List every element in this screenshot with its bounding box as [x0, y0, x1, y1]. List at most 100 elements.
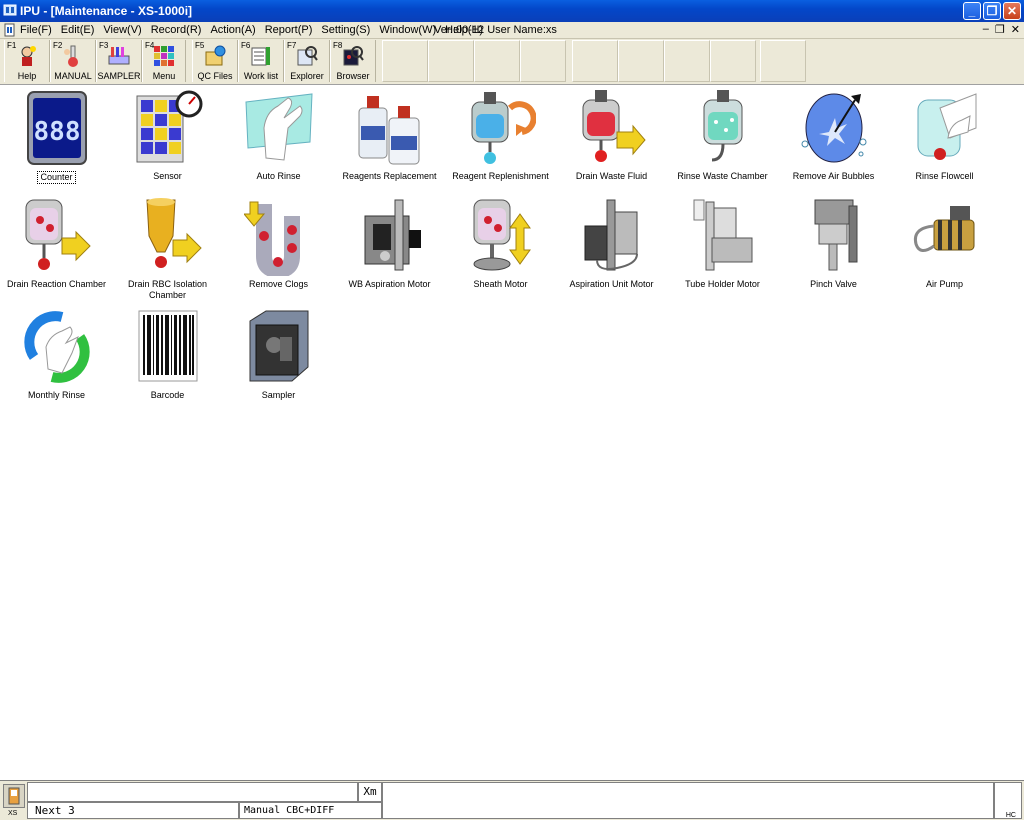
maintenance-item-sensor[interactable]: Sensor [112, 88, 223, 182]
item-label: Air Pump [925, 279, 963, 289]
toolbar-label: MANUAL [54, 71, 92, 81]
xm-indicator: Xm [358, 782, 382, 802]
maintenance-item-remove-air-bubbles[interactable]: Remove Air Bubbles [778, 88, 889, 182]
item-label: Drain RBC Isolation Chamber [127, 279, 208, 300]
mdi-restore-icon[interactable]: ❐ [995, 23, 1005, 36]
rinse-waste-chamber-icon [703, 90, 742, 162]
status-message-field [27, 782, 358, 802]
toolbar-label: QC Files [197, 71, 233, 81]
counter-icon: 888 [26, 91, 87, 165]
maintenance-item-aspiration-unit-motor[interactable]: Aspiration Unit Motor [556, 196, 667, 290]
item-label: Reagent Replenishment [452, 171, 549, 181]
mdi-close-icon[interactable]: ✕ [1011, 23, 1020, 36]
reagents-replacement-icon [358, 96, 419, 165]
toolbar-empty-slot[interactable] [520, 40, 566, 82]
minimize-icon: _ [968, 4, 976, 18]
menu-item-setting[interactable]: Setting(S) [321, 24, 370, 36]
item-label: Drain Reaction Chamber [6, 279, 107, 289]
toolbar-empty-slot[interactable] [710, 40, 756, 82]
qc-files-button[interactable]: F5 QC Files [192, 40, 238, 82]
maintenance-item-sampler[interactable]: Sampler [223, 307, 334, 401]
maintenance-item-drain-reaction-chamber[interactable]: Drain Reaction Chamber [1, 196, 112, 290]
qc-files-icon [205, 45, 226, 66]
item-label: Sheath Motor [473, 279, 528, 289]
next-sample-field: Next 3 [27, 802, 239, 819]
toolbar-empty-slot[interactable] [474, 40, 520, 82]
toolbar-empty-slot[interactable] [428, 40, 474, 82]
aspiration-unit-motor-icon [584, 199, 638, 271]
remove-air-bubbles-icon [801, 93, 866, 163]
restore-icon: ❐ [986, 4, 998, 18]
sampler-button[interactable]: F3 SAMPLER [96, 40, 142, 82]
help-button[interactable]: F1 Help [4, 40, 50, 82]
toolbar-empty-slot[interactable] [618, 40, 664, 82]
maintenance-item-rinse-flowcell[interactable]: Rinse Flowcell [889, 88, 1000, 182]
item-label: Tube Holder Motor [685, 279, 760, 289]
sampler-rack-icon [108, 47, 130, 65]
help-icon [21, 46, 36, 66]
item-label: WB Aspiration Motor [348, 279, 431, 289]
manual-button[interactable]: F2 MANUAL [50, 40, 96, 82]
toolbar-empty-slot[interactable] [382, 40, 428, 82]
maintenance-item-pinch-valve[interactable]: Pinch Valve [778, 196, 889, 290]
minimize-button[interactable]: _ [963, 2, 981, 20]
work-list-button[interactable]: F6 Work list [238, 40, 284, 82]
analyzer-label: XS [8, 810, 18, 817]
maintenance-item-auto-rinse[interactable]: Auto Rinse [223, 88, 334, 182]
toolbar-label: Work list [243, 71, 279, 81]
maintenance-item-counter[interactable]: 888 Counter [1, 88, 112, 184]
item-label: Drain Waste Fluid [575, 171, 648, 181]
menu-item-report[interactable]: Report(P) [265, 24, 313, 36]
menu-button[interactable]: F4 Menu [142, 40, 186, 82]
mdi-minimize-icon[interactable]: – [983, 23, 989, 36]
menu-item-file[interactable]: File(F) [20, 24, 52, 36]
toolbar-label: Help [17, 71, 37, 81]
close-button[interactable]: ✕ [1003, 2, 1021, 20]
document-icon[interactable] [3, 23, 17, 37]
explorer-button[interactable]: F7 Explorer [284, 40, 330, 82]
item-label: Remove Air Bubbles [792, 171, 875, 181]
barcode-icon [138, 310, 197, 382]
analysis-mode-field: Manual CBC+DIFF [239, 802, 382, 819]
pinch-valve-icon [814, 199, 857, 271]
toolbar-empty-slot[interactable] [572, 40, 618, 82]
maximize-button[interactable]: ❐ [983, 2, 1001, 20]
sensor-icon [136, 90, 202, 163]
explorer-icon [297, 46, 318, 66]
item-label: Aspiration Unit Motor [569, 279, 654, 289]
sampler-icon [249, 310, 308, 382]
maintenance-item-wb-aspiration-motor[interactable]: WB Aspiration Motor [334, 196, 445, 290]
item-label: Monthly Rinse [27, 390, 86, 400]
maintenance-item-reagents-replacement[interactable]: Reagents Replacement [334, 88, 445, 182]
drain-waste-fluid-icon [582, 90, 646, 162]
air-pump-icon [913, 206, 974, 252]
menu-item-window[interactable]: Window(W) [379, 24, 436, 36]
maintenance-item-drain-rbc-isolation-chamber[interactable]: Drain RBC Isolation Chamber [112, 196, 223, 301]
maintenance-item-drain-waste-fluid[interactable]: Drain Waste Fluid [556, 88, 667, 182]
maintenance-item-remove-clogs[interactable]: Remove Clogs [223, 196, 334, 290]
maintenance-item-sheath-motor[interactable]: Sheath Motor [445, 196, 556, 290]
menu-item-view[interactable]: View(V) [103, 24, 141, 36]
analyzer-status-icon[interactable] [3, 784, 25, 808]
menu-item-edit[interactable]: Edit(E) [61, 24, 95, 36]
maintenance-item-tube-holder-motor[interactable]: Tube Holder Motor [667, 196, 778, 290]
browser-icon [343, 46, 364, 66]
auto-rinse-icon [244, 93, 313, 161]
maintenance-panel: 888 Counter Sensor Auto Rinse Reagents R… [0, 85, 1024, 780]
toolbar-label: Explorer [290, 71, 324, 81]
maintenance-item-barcode[interactable]: Barcode [112, 307, 223, 401]
toolbar: F1 Help F2 MANUAL F3 SAMPLER F4 Menu F5 … [0, 39, 1024, 85]
browser-button[interactable]: F8 Browser [330, 40, 376, 82]
version-user-info: Ver.:00-12 User Name:xs [434, 24, 557, 36]
menu-item-record[interactable]: Record(R) [151, 24, 202, 36]
toolbar-empty-slot[interactable] [760, 40, 806, 82]
menu-item-action[interactable]: Action(A) [210, 24, 255, 36]
maintenance-item-reagent-replenishment[interactable]: Reagent Replenishment [445, 88, 556, 182]
maintenance-item-monthly-rinse[interactable]: Monthly Rinse [1, 307, 112, 401]
item-label: Barcode [150, 390, 185, 400]
item-label: Counter [37, 171, 76, 184]
toolbar-empty-slot[interactable] [664, 40, 710, 82]
toolbar-label: Menu [152, 71, 176, 81]
maintenance-item-air-pump[interactable]: Air Pump [889, 196, 1000, 290]
maintenance-item-rinse-waste-chamber[interactable]: Rinse Waste Chamber [667, 88, 778, 182]
